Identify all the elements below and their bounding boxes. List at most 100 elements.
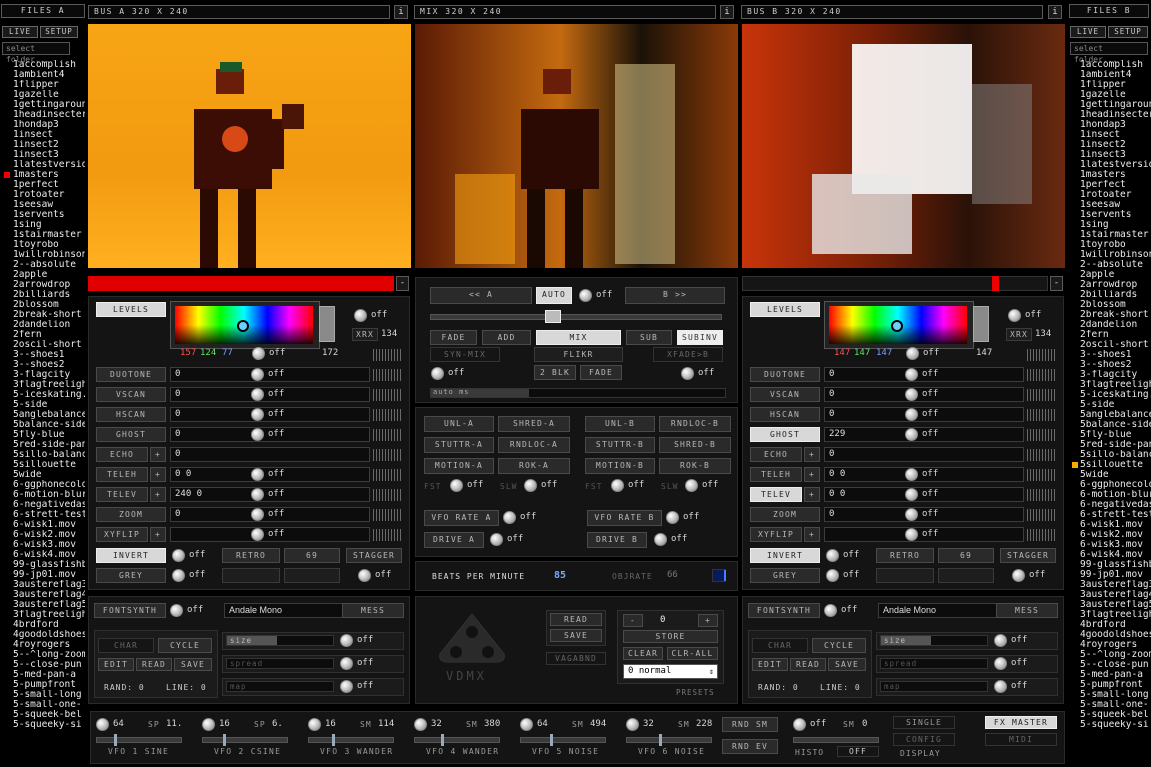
file-list-item[interactable]: 1stairmaster xyxy=(1080,230,1151,240)
file-list-item[interactable]: 5-med-pan-a xyxy=(13,670,85,680)
file-list-item[interactable]: 2blossom xyxy=(1080,300,1151,310)
fx-motion-b-button[interactable]: motion-b xyxy=(585,458,655,474)
files-b-setup-button[interactable]: SETUP xyxy=(1108,26,1148,38)
xrx-button[interactable]: XRX xyxy=(1006,328,1032,341)
effect-hscan-button[interactable]: hscan xyxy=(96,407,166,422)
file-list-item[interactable]: 3-flagcity xyxy=(13,370,85,380)
effect-ghost-knob[interactable] xyxy=(905,428,918,441)
slw-b-knob[interactable] xyxy=(685,479,698,492)
vfo-2-knob[interactable] xyxy=(202,718,215,731)
vfo-3-knob[interactable] xyxy=(308,718,321,731)
file-list-item[interactable]: 6-negativedas xyxy=(13,500,85,510)
mix-subinv-button[interactable]: subinv xyxy=(677,330,723,345)
stagger-button[interactable]: stagger xyxy=(346,548,402,563)
preset-select[interactable]: 0 normal ⇕ xyxy=(623,664,718,679)
mix-synmix-button[interactable]: syn-mix xyxy=(430,347,500,362)
file-list-item[interactable]: 5-pumpfront xyxy=(1080,680,1151,690)
file-list-item[interactable]: 1masters xyxy=(1080,170,1151,180)
midi-button[interactable]: midi xyxy=(985,733,1057,746)
file-list-item[interactable]: 3-flagcity xyxy=(1080,370,1151,380)
file-list-item[interactable]: 1perfect xyxy=(1080,180,1151,190)
file-list-item[interactable]: 5--close-pun xyxy=(1080,660,1151,670)
file-list-item[interactable]: 1rotoater xyxy=(1080,190,1151,200)
file-list-item[interactable]: 1latestversion xyxy=(1080,160,1151,170)
effect-echo-button[interactable]: echo xyxy=(96,447,148,462)
file-list-item[interactable]: 6-wisk1.mov xyxy=(13,520,85,530)
mix-add-button[interactable]: add xyxy=(482,330,531,345)
file-list-item[interactable]: 1ambient4 xyxy=(13,70,85,80)
file-list-item[interactable]: 1seesaw xyxy=(13,200,85,210)
fx-motion-a-button[interactable]: motion-a xyxy=(424,458,494,474)
file-list-item[interactable]: 6-wisk4.mov xyxy=(13,550,85,560)
vfo-6-knob[interactable] xyxy=(626,718,639,731)
levels-button[interactable]: levels xyxy=(750,302,820,317)
levels-button[interactable]: levels xyxy=(96,302,166,317)
effect-telev-knob[interactable] xyxy=(905,488,918,501)
fx-unl-a-button[interactable]: unl-a xyxy=(424,416,494,432)
file-list-item[interactable]: 3austereflag5 xyxy=(13,600,85,610)
cycle-button[interactable]: cycle xyxy=(158,638,212,653)
file-list-item[interactable]: 1sing xyxy=(1080,220,1151,230)
file-list-item[interactable]: 1willrobinson xyxy=(13,250,85,260)
mix-info-button[interactable]: i xyxy=(720,5,734,19)
vfo-rate-a-knob[interactable] xyxy=(503,511,516,524)
file-list-item[interactable]: 5sillo-balance xyxy=(1080,450,1151,460)
mix-blk-button[interactable]: 2 blk xyxy=(534,365,576,380)
save-button[interactable]: save xyxy=(174,658,212,671)
grey-knob[interactable] xyxy=(826,569,839,582)
preset-clrall-button[interactable]: clr-all xyxy=(667,647,718,660)
effect-teleh-plus-button[interactable]: + xyxy=(804,467,820,482)
mess-button[interactable]: mess xyxy=(996,603,1058,618)
effect-ghost-button[interactable]: ghost xyxy=(750,427,820,442)
file-list-item[interactable]: 3flagtreelights xyxy=(1080,610,1151,620)
effect-telev-knob[interactable] xyxy=(251,488,264,501)
mix-b-button[interactable]: B >> xyxy=(625,287,725,304)
effect-teleh-knob[interactable] xyxy=(251,468,264,481)
effect-telev-plus-button[interactable]: + xyxy=(804,487,820,502)
fontsynth-knob[interactable] xyxy=(824,604,837,617)
font-map-knob[interactable] xyxy=(994,680,1007,693)
fx-rok-b-button[interactable]: rok-b xyxy=(659,458,731,474)
grey-button[interactable]: grey xyxy=(96,568,166,583)
file-list-item[interactable]: 2arrowdrop xyxy=(1080,280,1151,290)
file-list-item[interactable]: 1insect2 xyxy=(1080,140,1151,150)
fx-shred-a-button[interactable]: shred-a xyxy=(498,416,570,432)
file-list-item[interactable]: 1masters xyxy=(13,170,85,180)
effect-telev-button[interactable]: telev xyxy=(750,487,802,502)
file-list-item[interactable]: 99-glassfishb xyxy=(1080,560,1151,570)
file-list-item[interactable]: 3austereflag5 xyxy=(1080,600,1151,610)
file-list-item[interactable]: 5anglebalance xyxy=(13,410,85,420)
fst-b-knob[interactable] xyxy=(611,479,624,492)
vfo-6-slider-handle[interactable] xyxy=(659,734,662,746)
top-knob[interactable] xyxy=(354,309,367,322)
file-list-item[interactable]: 5sillouette xyxy=(13,460,85,470)
top-knob[interactable] xyxy=(1008,309,1021,322)
files-b-select-folder[interactable]: select folder... xyxy=(1070,42,1148,64)
vfo-rate-b-button[interactable]: vfo rate b xyxy=(587,510,662,526)
drive-a-knob[interactable] xyxy=(490,533,503,546)
effect-zoom-knob[interactable] xyxy=(251,508,264,521)
effect-xyflip-knob[interactable] xyxy=(905,528,918,541)
effect-hscan-knob[interactable] xyxy=(905,408,918,421)
file-list-item[interactable]: 2oscil-short xyxy=(1080,340,1151,350)
vfo-4-slider[interactable] xyxy=(414,737,500,743)
file-list-item[interactable]: 99-jp01.mov xyxy=(1080,570,1151,580)
fx-stuttr-a-button[interactable]: stuttr-a xyxy=(424,437,494,453)
file-list-item[interactable]: 6-wisk2.mov xyxy=(1080,530,1151,540)
vfo-5-slider-handle[interactable] xyxy=(550,734,553,746)
histo-knob[interactable] xyxy=(793,718,806,731)
file-list-item[interactable]: 1ambient4 xyxy=(1080,70,1151,80)
file-list-item[interactable]: 2break-short xyxy=(13,310,85,320)
file-list-item[interactable]: 5-side xyxy=(13,400,85,410)
file-list-item[interactable]: 1latestversion xyxy=(13,160,85,170)
file-list-item[interactable]: 6-wisk3.mov xyxy=(13,540,85,550)
mix-xfade-button[interactable]: xfade>b xyxy=(653,347,723,362)
mix-off2-knob[interactable] xyxy=(681,367,694,380)
file-list-item[interactable]: 6-strett-test xyxy=(1080,510,1151,520)
file-list-item[interactable]: 1willrobinson xyxy=(1080,250,1151,260)
invert-button[interactable]: invert xyxy=(750,548,820,563)
file-list-item[interactable]: 6-motion-blur xyxy=(13,490,85,500)
file-list-item[interactable]: 6-strett-test xyxy=(13,510,85,520)
file-list-item[interactable]: 2fern xyxy=(1080,330,1151,340)
bus-b-minus-button[interactable]: - xyxy=(1050,276,1063,291)
